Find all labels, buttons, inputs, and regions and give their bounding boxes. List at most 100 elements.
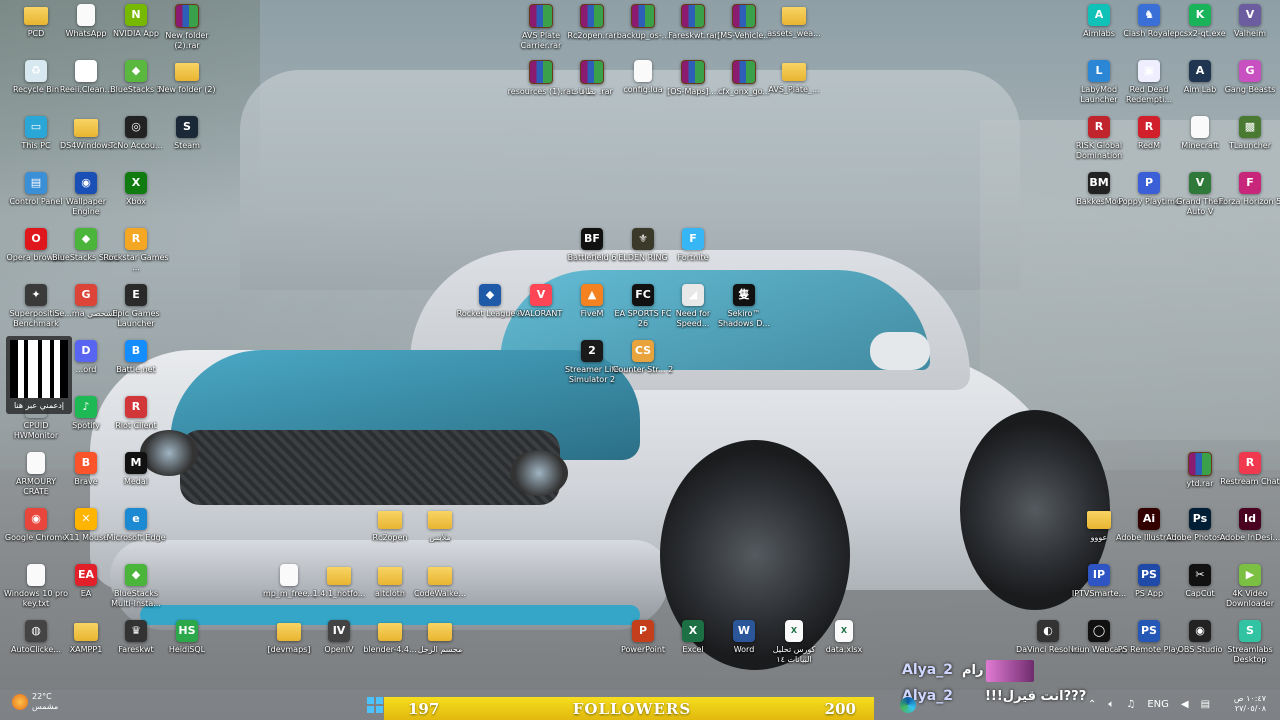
language-indicator[interactable]: ENG xyxy=(1147,699,1169,710)
desktop-icon[interactable]: F Fortnite xyxy=(659,228,727,284)
folder-icon xyxy=(1087,511,1111,529)
app-icon: D xyxy=(75,340,97,362)
app-icon: ▣ xyxy=(1138,60,1160,82)
desktop-icon[interactable]: S Streamlabs Desktop xyxy=(1216,620,1280,676)
app-icon: ✂ xyxy=(1189,564,1211,586)
app-icon: ▭ xyxy=(25,116,47,138)
app-icon: ♛ xyxy=(125,620,147,642)
clock[interactable]: ١٠:٤٧ ص ٢٧/٠٥/٠٨ xyxy=(1222,694,1266,714)
desktop-icon[interactable]: G Gang Beasts xyxy=(1216,60,1280,116)
desktop-icon[interactable]: 隻 Sekiro™ Shadows D... xyxy=(710,284,778,340)
folder-icon xyxy=(428,511,452,529)
desktop-icon-label: Medal xyxy=(123,477,149,486)
desktop-icon[interactable]: CS Counter-Str... 2 xyxy=(609,340,677,396)
desktop-icon-label: Riot Client xyxy=(115,421,157,430)
archive-icon xyxy=(175,4,199,28)
app-icon: BM xyxy=(1088,172,1110,194)
desktop-icon[interactable]: R Riot Client xyxy=(102,396,170,452)
desktop-icon-label: CPUID HWMonitor xyxy=(13,421,59,440)
desktop-icon-label: Fortnite xyxy=(677,253,709,262)
app-icon: BF xyxy=(581,228,603,250)
desktop-icon[interactable]: Id Adobe InDesi... xyxy=(1216,508,1280,564)
network-icon[interactable]: ▤ xyxy=(1201,699,1210,710)
app-icon: ◢ xyxy=(682,284,704,306)
app-icon: ◉ xyxy=(25,508,47,530)
folder-icon xyxy=(378,623,402,641)
file-icon xyxy=(634,60,652,82)
desktop-icon[interactable]: X Xbox xyxy=(102,172,170,228)
desktop-icon[interactable]: assets_wea... xyxy=(760,4,828,60)
folder-icon xyxy=(74,119,98,137)
desktop-icon[interactable]: New folder (2).rar xyxy=(153,4,221,60)
car-headlight-right xyxy=(510,450,568,496)
desktop-icon[interactable]: ▩ TLauncher xyxy=(1216,116,1280,172)
app-icon: B xyxy=(125,340,147,362)
folder-icon xyxy=(74,623,98,641)
folder-icon xyxy=(175,63,199,81)
followers-label: FOLLOWERS xyxy=(572,699,692,718)
qr-label: إدعمني عبر هنا xyxy=(13,401,65,410)
desktop-icon-label: AVS_Plate_... xyxy=(768,85,820,94)
desktop-icon-label: Sekiro™ Shadows D... xyxy=(717,309,771,328)
app-icon: B xyxy=(75,452,97,474)
app-icon: ✦ xyxy=(25,284,47,306)
desktop-icon-label: Counter-Str... 2 xyxy=(612,365,674,374)
desktop-icon-label: Battle.net xyxy=(116,365,156,374)
desktop-icon[interactable]: ◆ BlueStacks Multi-Insta... xyxy=(102,564,170,620)
desktop-icon[interactable]: Xdata.xlsx xyxy=(810,620,878,676)
file-icon xyxy=(27,564,45,586)
app-icon: ◯ xyxy=(1088,620,1110,642)
archive-icon xyxy=(580,4,604,28)
app-icon: F xyxy=(1239,172,1261,194)
file-icon: X xyxy=(785,620,803,642)
app-icon: ✕ xyxy=(75,508,97,530)
desktop-icon[interactable]: E Epic Games Launcher xyxy=(102,284,170,340)
app-icon: e xyxy=(125,508,147,530)
app-icon: F xyxy=(682,228,704,250)
desktop-icon-label: Valheim xyxy=(1234,29,1266,38)
volume-icon[interactable]: 🔈︎ xyxy=(1108,699,1114,710)
desktop-icon[interactable]: New folder (2) xyxy=(153,60,221,116)
qr-overlay: إدعمني عبر هنا xyxy=(6,336,72,414)
desktop-icon[interactable]: مجسم الرجل xyxy=(406,620,474,676)
desktop-icon[interactable]: CodeWalke... xyxy=(406,564,474,620)
desktop-icon[interactable]: e Microsoft Edge xyxy=(102,508,170,564)
app-icon: R xyxy=(1088,116,1110,138)
app-icon: 2 xyxy=(581,340,603,362)
volume-speaker-icon[interactable]: ◀ xyxy=(1181,699,1189,710)
app-icon: R xyxy=(1138,116,1160,138)
weather-widget[interactable]: 22°C مشمس xyxy=(12,692,58,712)
app-icon: ◆ xyxy=(125,60,147,82)
system-tray: ⌃ 🔈︎ ♫ ENG ◀ ▤ xyxy=(1088,692,1210,716)
app-icon: G xyxy=(1239,60,1261,82)
start-button[interactable] xyxy=(367,697,383,713)
microphone-icon[interactable]: ♫ xyxy=(1126,699,1135,710)
chevron-up-icon[interactable]: ⌃ xyxy=(1088,699,1096,710)
desktop-icon-label: Restream Chat xyxy=(1220,477,1280,486)
desktop-icon[interactable]: R Rockstar Games ... xyxy=(102,228,170,284)
archive-icon xyxy=(732,4,756,28)
app-icon: PS xyxy=(1138,620,1160,642)
app-icon: ▦ xyxy=(75,60,97,82)
app-icon: FC xyxy=(632,284,654,306)
car-mirror xyxy=(870,332,930,370)
file-icon xyxy=(280,564,298,586)
desktop-icon[interactable]: S Steam xyxy=(153,116,221,172)
desktop-icon[interactable]: B Battle.net xyxy=(102,340,170,396)
edge-taskbar-icon[interactable] xyxy=(900,697,916,713)
desktop-icon[interactable]: ملابس xyxy=(406,508,474,564)
app-icon: E xyxy=(125,284,147,306)
app-icon: ▤ xyxy=(25,172,47,194)
app-icon: V xyxy=(530,284,552,306)
folder-icon xyxy=(277,623,301,641)
desktop-icon[interactable]: V Valheim xyxy=(1216,4,1280,60)
desktop-icon[interactable]: M Medal xyxy=(102,452,170,508)
app-icon: IP xyxy=(1088,564,1110,586)
desktop-icon[interactable]: HS HeidiSQL xyxy=(153,620,221,676)
desktop-icon[interactable]: F Forza Horizon 5 xyxy=(1216,172,1280,228)
desktop-icon[interactable]: AVS_Plate_... xyxy=(760,60,828,116)
app-icon: CS xyxy=(632,340,654,362)
app-icon: EA xyxy=(75,564,97,586)
desktop-icon[interactable]: ▶ 4K Video Downloader xyxy=(1216,564,1280,620)
desktop-icon[interactable]: R Restream Chat xyxy=(1216,452,1280,508)
